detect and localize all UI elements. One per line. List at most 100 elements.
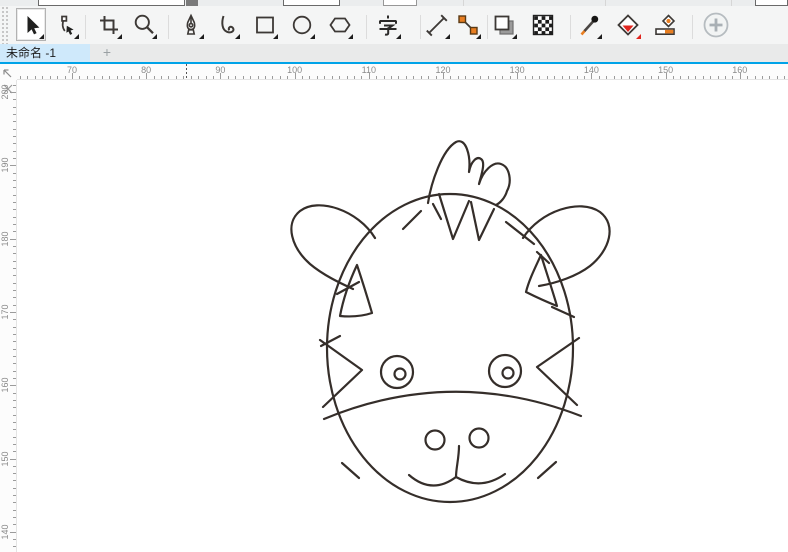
ruler-tick	[13, 524, 16, 525]
toolbar-separator	[420, 15, 421, 39]
ruler-tick	[183, 76, 184, 79]
ruler-tick	[13, 268, 16, 269]
ruler-tick	[562, 76, 563, 79]
rectangle-tool[interactable]	[250, 8, 280, 41]
ruler-tick	[13, 246, 16, 247]
connector-line-icon	[456, 13, 480, 37]
new-tab-button[interactable]: +	[90, 44, 124, 62]
ruler-tick	[10, 312, 16, 313]
drawing-canvas[interactable]	[17, 80, 788, 552]
ruler-tick	[191, 76, 192, 79]
ruler-tick	[755, 76, 756, 79]
smart-fill-tool[interactable]	[650, 8, 680, 41]
dimension-tool[interactable]	[422, 8, 452, 41]
ruler-tick	[13, 502, 16, 503]
ruler-tick	[13, 319, 16, 320]
ruler-tick	[13, 195, 16, 196]
ruler-tick	[65, 76, 66, 79]
ruler-tick	[317, 76, 318, 79]
ruler-tick	[769, 76, 770, 79]
ruler-tick	[354, 76, 355, 79]
transparency-pattern-tool[interactable]	[528, 8, 558, 41]
crop-tool[interactable]	[94, 8, 124, 41]
dimension-line-icon	[425, 13, 449, 37]
ruler-tick	[673, 76, 674, 79]
ruler-label: 110	[362, 65, 376, 75]
document-tab-bar: 未命名 -1 +	[0, 44, 788, 62]
shape-node-icon	[54, 13, 78, 37]
eyedropper-tool[interactable]	[574, 8, 604, 41]
ruler-tick	[213, 76, 214, 79]
ruler-tick	[554, 76, 555, 79]
ruler-tick	[13, 107, 16, 108]
ruler-tick	[13, 437, 16, 438]
ruler-tick	[154, 76, 155, 79]
ruler-tick	[13, 393, 16, 394]
ruler-label: 130	[510, 65, 525, 75]
ruler-tick	[339, 76, 340, 79]
ruler-tick	[480, 76, 481, 79]
ellipse-tool[interactable]	[287, 8, 317, 41]
fill-tool[interactable]	[613, 8, 643, 41]
ruler-tick	[732, 76, 733, 79]
ruler-label: 80	[141, 65, 151, 75]
ruler-tick	[243, 76, 244, 79]
ruler-tick	[35, 76, 36, 79]
ruler-tick	[13, 495, 16, 496]
ruler-page-marker	[186, 64, 187, 80]
ruler-tick	[13, 275, 16, 276]
text-tool[interactable]	[373, 8, 403, 41]
drop-shadow-icon	[492, 13, 516, 37]
toolbar-separator	[570, 15, 571, 39]
ruler-tick	[13, 305, 16, 306]
fill-diamond-icon	[616, 13, 640, 37]
ruler-tick	[332, 76, 333, 79]
ruler-tick	[13, 217, 16, 218]
pick-tool[interactable]	[16, 8, 46, 41]
ruler-tick	[13, 363, 16, 364]
drop-shadow-tool[interactable]	[489, 8, 519, 41]
ruler-tick	[10, 459, 16, 460]
pen-tool[interactable]	[176, 8, 206, 41]
ruler-tick	[139, 76, 140, 79]
ruler-tick	[450, 76, 451, 79]
ruler-tick	[539, 76, 540, 79]
ruler-tick	[109, 76, 110, 79]
add-tool-button[interactable]	[701, 8, 731, 41]
ruler-tick	[13, 466, 16, 467]
ruler-tick	[13, 349, 16, 350]
ruler-tick	[465, 76, 466, 79]
ruler-tick	[13, 180, 16, 181]
ruler-tick	[13, 415, 16, 416]
ruler-label: 150	[0, 445, 10, 473]
vertical-ruler[interactable]: 200190180170160150140	[0, 80, 17, 552]
ruler-tick	[718, 76, 719, 79]
ruler-tick	[361, 76, 362, 79]
ruler-tick	[532, 76, 533, 79]
ruler-tick	[10, 385, 16, 386]
shape-tool[interactable]	[51, 8, 81, 41]
smart-fill-icon	[653, 13, 677, 37]
toolbar-separator	[487, 15, 488, 39]
bspline-curve-tool[interactable]	[212, 8, 242, 41]
eyedropper-icon	[577, 13, 601, 37]
connector-tool[interactable]	[453, 8, 483, 41]
zoom-tool[interactable]	[129, 8, 159, 41]
ruler-tick	[621, 76, 622, 79]
application-window: 未命名 -1 + 708090100110120130140150160 200…	[0, 0, 788, 552]
ruler-tick	[13, 444, 16, 445]
horizontal-ruler[interactable]: 708090100110120130140150160	[17, 64, 788, 80]
ruler-tick	[168, 76, 169, 79]
ruler-tick	[584, 76, 585, 79]
ruler-tick	[258, 76, 259, 79]
ruler-label: 160	[0, 371, 10, 399]
ruler-tick	[436, 76, 437, 79]
toolbar-separator	[85, 15, 86, 39]
tab-untitled-document[interactable]: 未命名 -1	[0, 44, 90, 62]
toolbar-separator	[168, 15, 169, 39]
ruler-tick	[398, 76, 399, 79]
polygon-tool[interactable]	[325, 8, 355, 41]
ruler-tick	[13, 400, 16, 401]
ruler-tick	[13, 429, 16, 430]
ruler-tick	[13, 224, 16, 225]
